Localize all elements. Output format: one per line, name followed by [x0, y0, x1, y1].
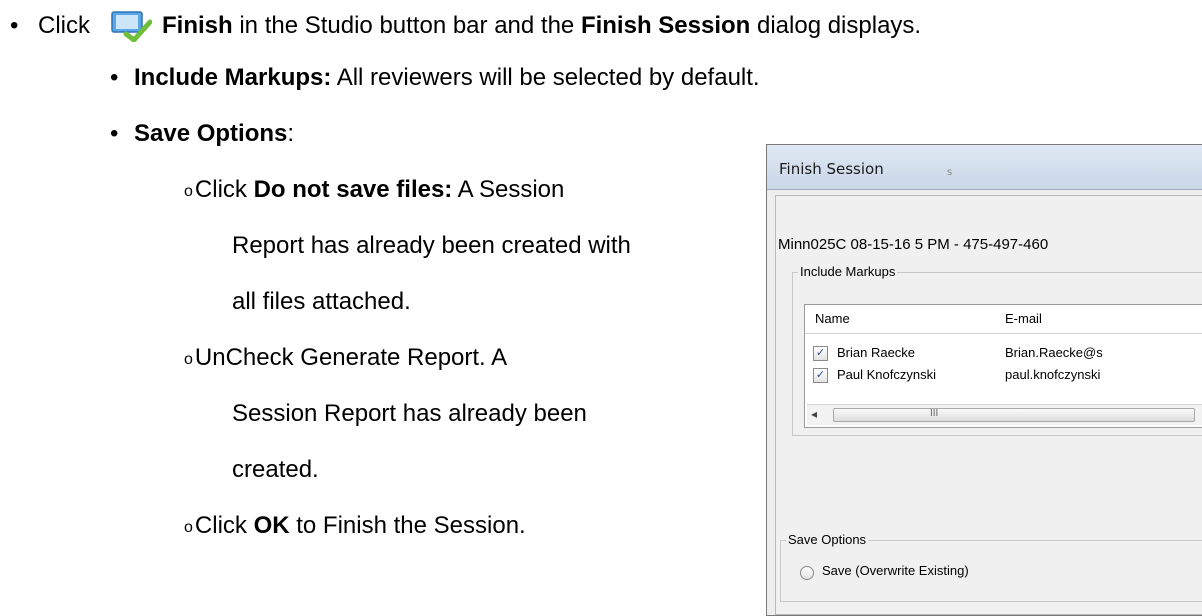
- include-markups-text: All reviewers will be selected by defaul…: [336, 64, 760, 91]
- sub1-bullet: o: [184, 183, 193, 200]
- sub2-line1: oUnCheck Generate Report. A: [184, 344, 507, 374]
- dialog-title-smudge: s: [947, 167, 953, 178]
- scroll-thumb[interactable]: III: [833, 408, 1195, 422]
- sub1-line2: Report has already been created with: [232, 232, 631, 259]
- sub2-bullet: o: [184, 351, 193, 368]
- save-overwrite-label[interactable]: Save (Overwrite Existing): [822, 563, 969, 578]
- reviewer-checkbox[interactable]: ✓: [813, 368, 828, 383]
- do-not-save-label: Do not save files:: [253, 176, 453, 203]
- sub2-line2: Session Report has already been: [232, 400, 587, 427]
- save-options-bullet: •: [110, 120, 119, 147]
- sub1-line1: oClick Do not save files: A Session: [184, 176, 564, 206]
- sub1-prefix: Click: [194, 176, 247, 203]
- ok-label: OK: [253, 512, 290, 539]
- reviewer-list[interactable]: Name E-mail ✓ Brian Raecke Brian.Raecke@…: [804, 304, 1202, 428]
- column-header-name[interactable]: Name: [815, 311, 850, 326]
- sub3-bullet: o: [184, 519, 193, 536]
- save-options-label: Save Options: [134, 120, 288, 147]
- sub2-line1-text: UnCheck Generate Report. A: [194, 344, 508, 371]
- reviewer-row[interactable]: ✓ Brian Raecke Brian.Raecke@s: [813, 345, 1202, 365]
- column-header-email[interactable]: E-mail: [1005, 311, 1042, 326]
- sub1-line3: all files attached.: [232, 288, 411, 315]
- sub2-line3: created.: [232, 456, 319, 483]
- scroll-left-icon[interactable]: ◂: [811, 407, 817, 421]
- save-options-colon: :: [287, 120, 295, 147]
- horizontal-scrollbar[interactable]: ◂ III: [807, 404, 1202, 425]
- save-options-line: Save Options:: [134, 120, 294, 148]
- list-header-separator: [805, 333, 1202, 334]
- finish-icon: [111, 11, 152, 42]
- step1-prefix: Click: [38, 12, 90, 39]
- include-markups-bullet: •: [110, 64, 119, 91]
- step1-suffix: dialog displays.: [756, 12, 922, 39]
- finish-session-label: Finish Session: [580, 12, 751, 39]
- save-overwrite-radio[interactable]: [800, 566, 814, 580]
- reviewer-email: Brian.Raecke@s: [1005, 345, 1103, 360]
- step1-text: Finish in the Studio button bar and the …: [162, 12, 921, 40]
- sub3-prefix: Click: [194, 512, 247, 539]
- sub3-line: oClick OK to Finish the Session.: [184, 512, 526, 542]
- include-markups-label: Include Markups:: [134, 64, 332, 91]
- sub1-line1-rest: A Session: [457, 176, 565, 203]
- scroll-grip-icon: III: [930, 408, 939, 419]
- dialog-titlebar: Finish Session s: [767, 145, 1202, 190]
- include-markups-group-label: Include Markups: [798, 264, 898, 279]
- finish-label: Finish: [162, 12, 233, 39]
- session-name: Minn025C 08-15-16 5 PM - 475-497-460: [778, 236, 1049, 253]
- reviewer-checkbox[interactable]: ✓: [813, 346, 828, 361]
- step1-mid: in the Studio button bar and the: [239, 12, 575, 39]
- reviewer-email: paul.knofczynski: [1005, 367, 1101, 382]
- sub3-suffix: to Finish the Session.: [296, 512, 526, 539]
- reviewer-row[interactable]: ✓ Paul Knofczynski paul.knofczynski: [813, 367, 1202, 387]
- save-options-group-label: Save Options: [786, 532, 869, 547]
- reviewer-name: Brian Raecke: [837, 345, 916, 360]
- step1-bullet: •: [10, 12, 19, 39]
- reviewer-name: Paul Knofczynski: [837, 367, 936, 382]
- include-markups-line: Include Markups: All reviewers will be s…: [134, 64, 760, 92]
- step1-line: Click: [38, 12, 90, 40]
- dialog-title: Finish Session: [779, 160, 884, 178]
